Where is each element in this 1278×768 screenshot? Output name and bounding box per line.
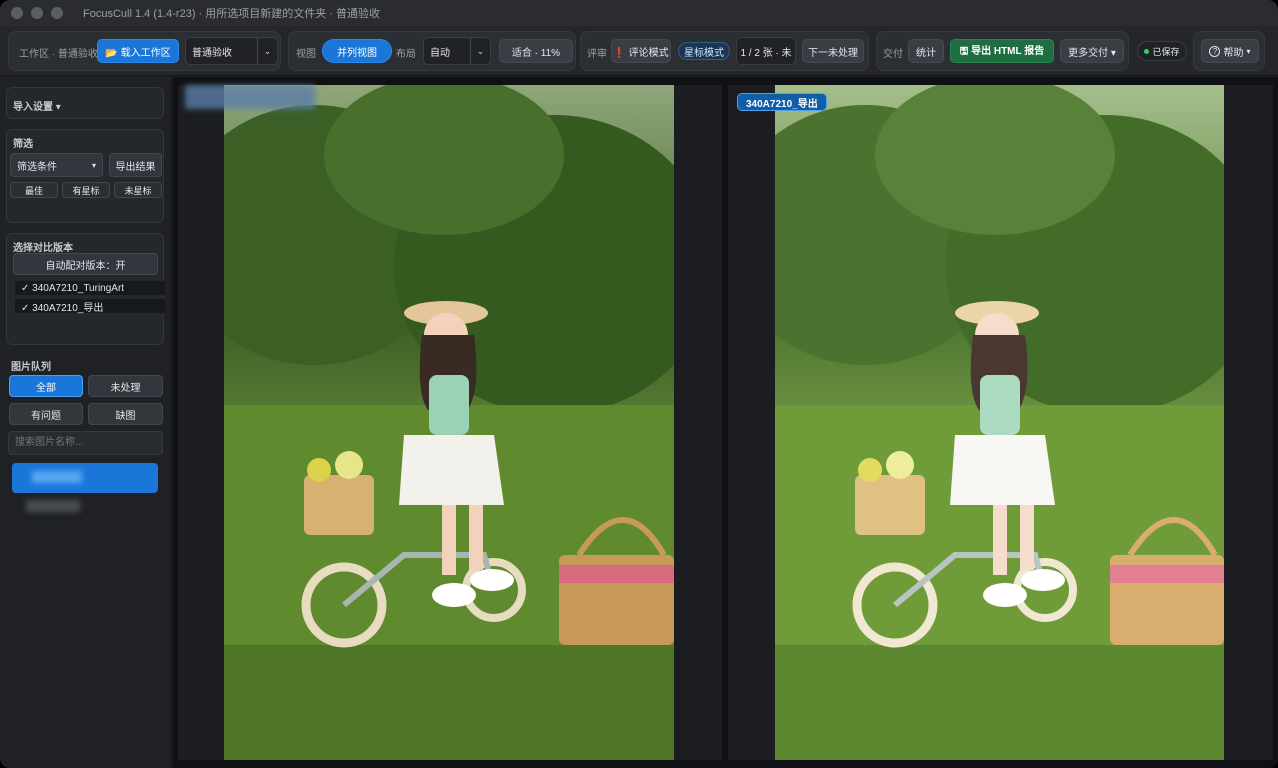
blurred-thumbnail-label <box>26 500 80 512</box>
workspace-group: 工作区 · 普通验收 📂 载入工作区 普通验收 ⌄ <box>8 31 281 71</box>
photo-girl-on-bicycle-edited <box>775 85 1224 760</box>
queue-title: 图片队列 <box>11 362 51 373</box>
help-label: 帮助 <box>1223 47 1244 59</box>
mode-select-value: 普通验收 <box>192 47 232 59</box>
queue-item[interactable] <box>12 495 158 525</box>
right-photo[interactable] <box>775 85 1224 760</box>
next-unprocessed-button[interactable]: 下一未处理 <box>802 39 864 63</box>
filter-unstarred-button[interactable]: 未星标 <box>114 182 162 198</box>
queue-filter-issues[interactable]: 有问题 <box>9 403 83 425</box>
version-item[interactable]: ✓ 340A7210_TuringArt <box>15 281 165 295</box>
zoom-window-button[interactable] <box>51 7 63 19</box>
queue-filter-all[interactable]: 全部 <box>9 375 83 397</box>
queue-filter-missing[interactable]: 缺图 <box>88 403 163 425</box>
left-photo[interactable] <box>224 85 674 760</box>
blurred-left-label <box>185 85 315 109</box>
chevron-down-icon: ▾ <box>91 160 96 170</box>
chevron-down-icon: ⌄ <box>470 38 490 64</box>
view-label: 视图 <box>296 49 316 60</box>
layout-label: 布局 <box>396 49 416 60</box>
filter-starred-button[interactable]: 有星标 <box>62 182 110 198</box>
import-settings-panel[interactable]: 导入设置 ▾ <box>6 87 164 119</box>
close-window-button[interactable] <box>11 7 23 19</box>
saved-status: 已保存 <box>1137 41 1187 61</box>
layout-select[interactable]: 自动 ⌄ <box>423 37 491 65</box>
photo-girl-on-bicycle <box>224 85 674 760</box>
review-label: 评审 <box>587 49 607 60</box>
title-bar: FocusCull 1.4 (1.4-r23) · 用所选项目新建的文件夹 · … <box>0 0 1278 26</box>
right-version-badge: 340A7210_导出 <box>737 93 827 111</box>
window-title: FocusCull 1.4 (1.4-r23) · 用所选项目新建的文件夹 · … <box>83 8 381 20</box>
filter-panel: 筛选 筛选条件 ▾ 导出结果 最佳 有星标 未星标 <box>6 129 164 223</box>
star-mode-toggle[interactable]: 星标模式 <box>678 42 730 60</box>
filter-best-button[interactable]: 最佳 <box>10 182 58 198</box>
search-input[interactable]: 搜索图片名称... <box>8 431 163 455</box>
filter-select[interactable]: 筛选条件 ▾ <box>10 153 103 177</box>
view-group: 视图 并列视图 布局 自动 ⌄ 适合 · 11% <box>288 31 576 71</box>
chevron-down-icon: ▾ <box>1246 46 1251 56</box>
status-dot-icon <box>1144 48 1150 54</box>
layout-select-value: 自动 <box>430 47 450 59</box>
toolbar: 工作区 · 普通验收 📂 载入工作区 普通验收 ⌄ 视图 并列视图 布局 自动 … <box>0 26 1278 76</box>
auto-pair-toggle[interactable]: 自动配对版本：开 <box>13 253 158 275</box>
question-icon: ? <box>1209 45 1221 57</box>
saved-status-label: 已保存 <box>1152 46 1180 57</box>
export-results-button[interactable]: 导出结果 <box>109 153 162 177</box>
sidebar: 导入设置 ▾ 筛选 筛选条件 ▾ 导出结果 最佳 有星标 未星标 选择对比版本 … <box>0 77 172 768</box>
deliver-label: 交付 <box>883 49 903 60</box>
side-by-side-button[interactable]: 并列视图 <box>322 39 392 63</box>
comparison-viewer: 340A7210_导出 <box>173 77 1278 768</box>
version-item[interactable]: ✓ 340A7210_导出 <box>15 299 165 314</box>
filter-title: 筛选 <box>13 139 33 150</box>
load-workspace-button[interactable]: 📂 载入工作区 <box>97 39 179 63</box>
minimize-window-button[interactable] <box>31 7 43 19</box>
review-group: 评审 ❗ 评论模式 星标模式 1 / 2 张 · 未 下一未处理 <box>580 31 869 71</box>
help-button[interactable]: ? 帮助 ▾ <box>1201 39 1259 63</box>
help-group: ? 帮助 ▾ <box>1193 31 1265 71</box>
export-html-report-button[interactable]: 🖫 导出 HTML 报告 <box>950 39 1054 63</box>
deliver-group: 交付 统计 🖫 导出 HTML 报告 更多交付 ▾ <box>876 31 1129 71</box>
mode-select[interactable]: 普通验收 ⌄ <box>185 37 278 65</box>
app-window: FocusCull 1.4 (1.4-r23) · 用所选项目新建的文件夹 · … <box>0 0 1278 768</box>
compare-title: 选择对比版本 <box>13 243 73 254</box>
blurred-thumbnail-label <box>32 471 82 483</box>
more-deliver-dropdown[interactable]: 更多交付 ▾ <box>1060 39 1124 63</box>
comment-mode-button[interactable]: ❗ 评论模式 <box>611 39 671 63</box>
workspace-label: 工作区 · 普通验收 <box>19 49 98 60</box>
queue-item-selected[interactable] <box>12 463 158 493</box>
fit-zoom-dropdown[interactable]: 适合 · 11% <box>499 39 573 63</box>
stats-button[interactable]: 统计 <box>908 39 944 63</box>
image-counter: 1 / 2 张 · 未 <box>736 37 796 65</box>
filter-select-value: 筛选条件 <box>17 161 57 173</box>
import-settings-toggle[interactable]: 导入设置 ▾ <box>13 98 61 113</box>
queue-filter-unprocessed[interactable]: 未处理 <box>88 375 163 397</box>
window-controls <box>11 7 63 19</box>
compare-versions-panel: 选择对比版本 自动配对版本：开 ✓ 340A7210_TuringArt ✓ 3… <box>6 233 165 345</box>
chevron-down-icon: ⌄ <box>257 38 277 64</box>
